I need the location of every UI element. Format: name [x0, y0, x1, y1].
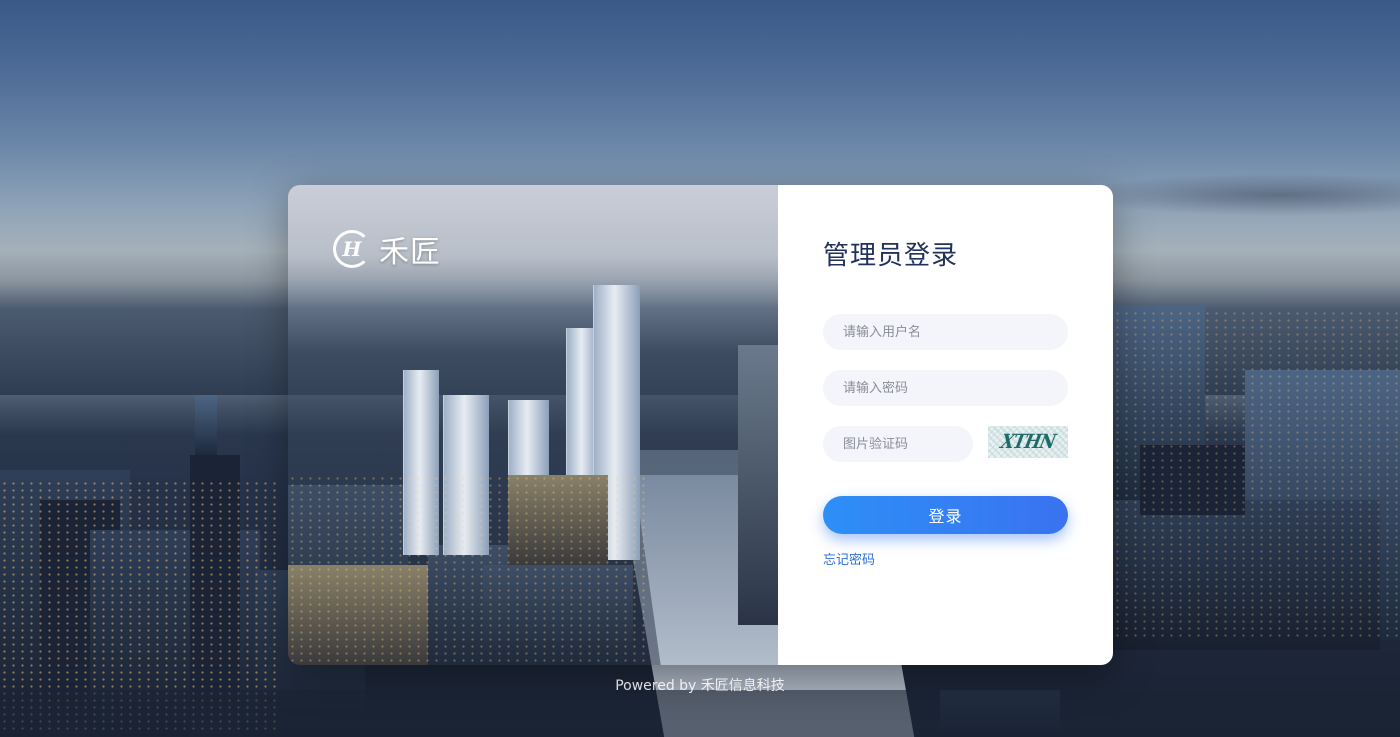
- card-hero-panel: H 禾匠: [288, 185, 778, 665]
- login-button[interactable]: 登录: [823, 496, 1068, 534]
- captcha-text: XTHN: [998, 430, 1058, 454]
- login-form: 管理员登录 XTHN 登录 忘记密码: [778, 185, 1113, 665]
- logo-mark-icon: H: [333, 230, 371, 268]
- username-input[interactable]: [823, 314, 1068, 350]
- forgot-password-link[interactable]: 忘记密码: [823, 549, 875, 568]
- captcha-image[interactable]: XTHN: [988, 426, 1068, 458]
- login-title: 管理员登录: [823, 241, 959, 271]
- captcha-input[interactable]: [823, 426, 973, 462]
- building: [195, 395, 217, 455]
- brand-logo: H 禾匠: [333, 227, 441, 271]
- login-card: H 禾匠 管理员登录 XTHN 登录 忘记密码: [288, 185, 1113, 665]
- city-lights: [1113, 310, 1400, 640]
- footer-powered-by: Powered by 禾匠信息科技: [615, 678, 785, 694]
- ground: [0, 690, 1400, 737]
- password-input[interactable]: [823, 370, 1068, 406]
- brand-name: 禾匠: [379, 235, 441, 270]
- building: [738, 345, 778, 625]
- city-lights: [288, 475, 648, 665]
